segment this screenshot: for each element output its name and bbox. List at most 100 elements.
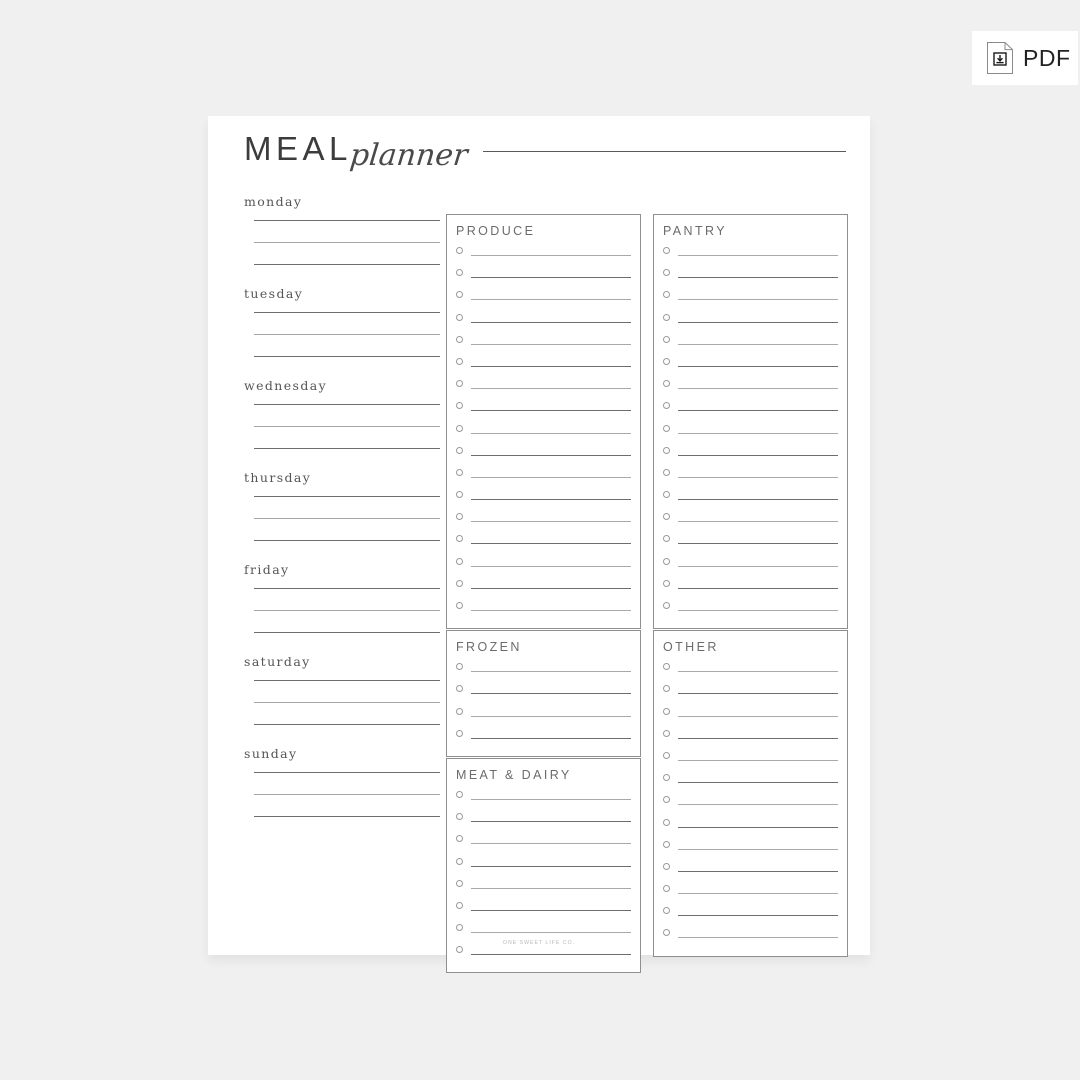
checkbox-circle-icon[interactable] xyxy=(456,813,463,821)
grocery-write-line[interactable] xyxy=(471,909,631,911)
checkbox-circle-icon[interactable] xyxy=(663,685,670,693)
checkbox-circle-icon[interactable] xyxy=(456,402,463,410)
day-write-line[interactable] xyxy=(254,794,440,795)
checkbox-circle-icon[interactable] xyxy=(456,924,463,932)
checkbox-circle-icon[interactable] xyxy=(663,729,670,737)
checkbox-circle-icon[interactable] xyxy=(456,380,463,388)
grocery-write-line[interactable] xyxy=(471,565,631,567)
checkbox-circle-icon[interactable] xyxy=(456,685,463,693)
day-write-line[interactable] xyxy=(254,816,440,817)
checkbox-circle-icon[interactable] xyxy=(456,729,463,737)
day-write-line[interactable] xyxy=(254,518,440,519)
checkbox-circle-icon[interactable] xyxy=(663,663,670,671)
grocery-write-line[interactable] xyxy=(678,277,838,279)
day-write-line[interactable] xyxy=(254,540,440,541)
checkbox-circle-icon[interactable] xyxy=(663,885,670,893)
grocery-write-line[interactable] xyxy=(471,543,631,545)
checkbox-circle-icon[interactable] xyxy=(663,796,670,804)
checkbox-circle-icon[interactable] xyxy=(663,579,670,587)
checkbox-circle-icon[interactable] xyxy=(663,446,670,454)
day-write-line[interactable] xyxy=(254,496,440,497)
checkbox-circle-icon[interactable] xyxy=(456,901,463,909)
checkbox-circle-icon[interactable] xyxy=(456,579,463,587)
checkbox-circle-icon[interactable] xyxy=(663,707,670,715)
grocery-write-line[interactable] xyxy=(471,432,631,434)
checkbox-circle-icon[interactable] xyxy=(663,862,670,870)
grocery-write-line[interactable] xyxy=(678,737,838,739)
grocery-write-line[interactable] xyxy=(678,587,838,589)
grocery-write-line[interactable] xyxy=(678,365,838,367)
checkbox-circle-icon[interactable] xyxy=(663,380,670,388)
checkbox-circle-icon[interactable] xyxy=(456,424,463,432)
day-write-line[interactable] xyxy=(254,772,440,773)
grocery-write-line[interactable] xyxy=(471,798,631,800)
grocery-write-line[interactable] xyxy=(471,299,631,301)
checkbox-circle-icon[interactable] xyxy=(456,313,463,321)
checkbox-circle-icon[interactable] xyxy=(663,468,670,476)
grocery-write-line[interactable] xyxy=(471,887,631,889)
grocery-write-line[interactable] xyxy=(471,388,631,390)
day-write-line[interactable] xyxy=(254,588,440,589)
grocery-write-line[interactable] xyxy=(471,932,631,934)
checkbox-circle-icon[interactable] xyxy=(456,857,463,865)
grocery-write-line[interactable] xyxy=(471,343,631,345)
grocery-write-line[interactable] xyxy=(678,870,838,872)
grocery-write-line[interactable] xyxy=(678,782,838,784)
pdf-download-badge[interactable]: PDF xyxy=(972,31,1078,85)
checkbox-circle-icon[interactable] xyxy=(456,513,463,521)
checkbox-circle-icon[interactable] xyxy=(663,491,670,499)
grocery-write-line[interactable] xyxy=(471,321,631,323)
grocery-write-line[interactable] xyxy=(678,543,838,545)
checkbox-circle-icon[interactable] xyxy=(663,335,670,343)
grocery-write-line[interactable] xyxy=(678,915,838,917)
checkbox-circle-icon[interactable] xyxy=(456,946,463,954)
grocery-write-line[interactable] xyxy=(678,804,838,806)
checkbox-circle-icon[interactable] xyxy=(456,790,463,798)
checkbox-circle-icon[interactable] xyxy=(663,907,670,915)
grocery-write-line[interactable] xyxy=(471,610,631,611)
grocery-write-line[interactable] xyxy=(471,454,631,456)
checkbox-circle-icon[interactable] xyxy=(456,291,463,299)
grocery-write-line[interactable] xyxy=(678,848,838,850)
checkbox-circle-icon[interactable] xyxy=(663,424,670,432)
checkbox-circle-icon[interactable] xyxy=(663,291,670,299)
day-write-line[interactable] xyxy=(254,426,440,427)
grocery-write-line[interactable] xyxy=(678,343,838,345)
grocery-write-line[interactable] xyxy=(678,499,838,501)
grocery-write-line[interactable] xyxy=(678,610,838,611)
checkbox-circle-icon[interactable] xyxy=(456,557,463,565)
grocery-write-line[interactable] xyxy=(471,410,631,412)
grocery-write-line[interactable] xyxy=(471,843,631,845)
day-write-line[interactable] xyxy=(254,220,440,221)
grocery-write-line[interactable] xyxy=(471,693,631,695)
checkbox-circle-icon[interactable] xyxy=(663,269,670,277)
checkbox-circle-icon[interactable] xyxy=(663,247,670,254)
grocery-write-line[interactable] xyxy=(471,715,631,717)
checkbox-circle-icon[interactable] xyxy=(456,491,463,499)
checkbox-circle-icon[interactable] xyxy=(456,663,463,671)
checkbox-circle-icon[interactable] xyxy=(456,707,463,715)
grocery-write-line[interactable] xyxy=(678,255,838,256)
checkbox-circle-icon[interactable] xyxy=(663,602,670,609)
grocery-write-line[interactable] xyxy=(471,821,631,823)
grocery-write-line[interactable] xyxy=(678,937,838,939)
day-write-line[interactable] xyxy=(254,702,440,703)
checkbox-circle-icon[interactable] xyxy=(456,247,463,254)
day-write-line[interactable] xyxy=(254,680,440,681)
grocery-write-line[interactable] xyxy=(678,565,838,567)
grocery-write-line[interactable] xyxy=(678,521,838,523)
grocery-write-line[interactable] xyxy=(678,321,838,323)
grocery-write-line[interactable] xyxy=(471,476,631,478)
checkbox-circle-icon[interactable] xyxy=(663,751,670,759)
grocery-write-line[interactable] xyxy=(678,715,838,717)
checkbox-circle-icon[interactable] xyxy=(663,313,670,321)
checkbox-circle-icon[interactable] xyxy=(663,774,670,782)
checkbox-circle-icon[interactable] xyxy=(456,357,463,365)
checkbox-circle-icon[interactable] xyxy=(663,557,670,565)
checkbox-circle-icon[interactable] xyxy=(456,446,463,454)
checkbox-circle-icon[interactable] xyxy=(663,818,670,826)
grocery-write-line[interactable] xyxy=(471,277,631,279)
checkbox-circle-icon[interactable] xyxy=(456,335,463,343)
grocery-write-line[interactable] xyxy=(471,255,631,256)
checkbox-circle-icon[interactable] xyxy=(663,402,670,410)
